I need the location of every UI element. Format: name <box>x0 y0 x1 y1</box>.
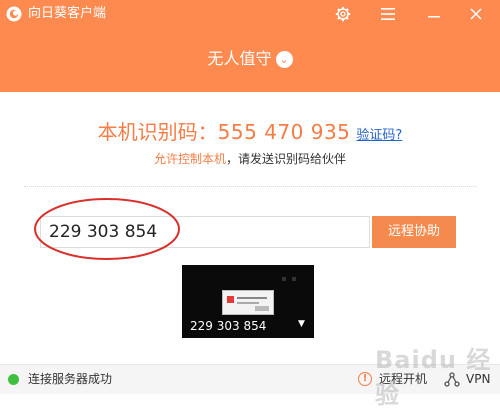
preview-dialog-text <box>237 302 259 304</box>
sunflower-logo-icon <box>6 6 22 22</box>
mode-selector[interactable]: 无人值守 ⌄ <box>0 48 500 70</box>
header-banner: 无人值守 ⌄ <box>0 28 500 92</box>
remote-assist-button[interactable]: 远程协助 <box>372 216 456 248</box>
annotation-ellipse <box>34 198 180 260</box>
identity-hint: 允许控制本机，请发送识别码给伙伴 <box>0 150 500 167</box>
identity-hint-text: ，请发送识别码给伙伴 <box>226 152 347 166</box>
connection-status-text: 连接服务器成功 <box>28 372 113 386</box>
mode-label: 无人值守 <box>207 49 272 68</box>
vpn-icon <box>444 372 460 387</box>
identity-label: 本机识别码： <box>97 120 218 144</box>
preview-expand-icon[interactable]: ▼ <box>298 319 305 329</box>
preview-label: 229 303 854 <box>190 319 267 333</box>
title-bar: 向日葵客户端 <box>0 0 500 28</box>
close-icon <box>470 8 482 20</box>
preview-desktop-icon <box>292 277 296 281</box>
vpn-button[interactable]: VPN <box>466 372 490 387</box>
hamburger-icon <box>381 8 395 20</box>
preview-dialog-text <box>237 297 267 299</box>
chevron-down-icon: ⌄ <box>275 51 293 68</box>
verify-code-link[interactable]: 验证码? <box>356 128 402 143</box>
minimize-button[interactable] <box>424 4 444 24</box>
remote-boot-button[interactable]: 远程开机 <box>379 372 427 387</box>
allow-control-link[interactable]: 允许控制本机 <box>154 152 226 166</box>
minimize-icon <box>428 16 440 18</box>
close-button[interactable] <box>466 4 486 24</box>
connection-status-icon <box>8 374 19 385</box>
menu-button[interactable] <box>378 4 398 24</box>
app-title: 向日葵客户端 <box>28 6 107 21</box>
gear-icon <box>335 6 351 22</box>
divider <box>24 186 476 187</box>
identity-code: 555 470 935 <box>217 120 351 144</box>
preview-dialog-button <box>255 306 269 311</box>
warning-icon: ! <box>358 372 372 386</box>
preview-desktop-icon <box>282 277 286 281</box>
remote-preview-thumbnail[interactable]: 229 303 854 ▼ <box>182 265 314 338</box>
status-bar: 连接服务器成功 ! 远程开机 VPN <box>0 364 500 394</box>
identity-line: 本机识别码：555 470 935 验证码? <box>0 116 500 145</box>
preview-dialog-icon <box>227 296 234 303</box>
settings-button[interactable] <box>333 4 353 24</box>
preview-dialog <box>222 290 274 315</box>
